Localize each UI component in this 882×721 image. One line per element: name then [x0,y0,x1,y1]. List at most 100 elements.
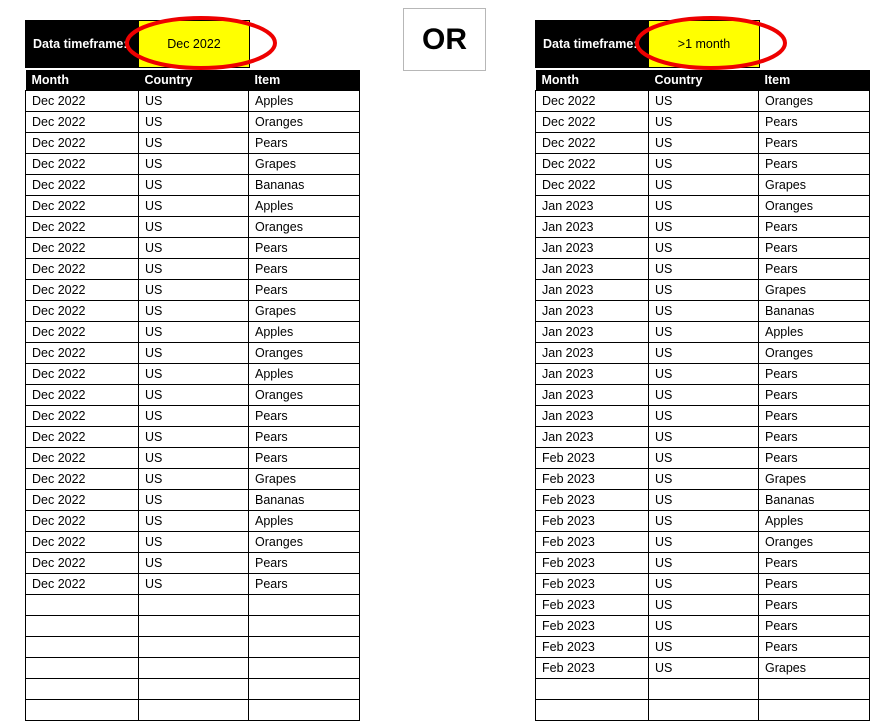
cell-country[interactable]: US [138,321,249,343]
cell-month[interactable]: Feb 2023 [535,657,649,679]
cell-country[interactable]: US [138,573,249,595]
column-header-item[interactable]: Item [758,70,870,91]
table-row[interactable]: Jan 2023 US Oranges [535,342,870,364]
table-row[interactable]: Feb 2023 US Pears [535,552,870,574]
table-row[interactable]: Feb 2023 US Pears [535,573,870,595]
timeframe-value-left[interactable]: Dec 2022 [138,20,250,68]
cell-month[interactable]: Dec 2022 [535,174,649,196]
cell-month[interactable]: Dec 2022 [25,279,139,301]
cell-month[interactable] [25,699,139,721]
cell-country[interactable]: US [138,90,249,112]
cell-country[interactable]: US [138,300,249,322]
cell-month[interactable] [535,678,649,700]
cell-item[interactable] [248,699,360,721]
cell-country[interactable]: US [648,510,759,532]
cell-item[interactable]: Grapes [248,468,360,490]
cell-country[interactable]: US [648,426,759,448]
cell-country[interactable]: US [648,279,759,301]
table-row[interactable]: Dec 2022 US Pears [25,132,360,154]
cell-month[interactable]: Feb 2023 [535,615,649,637]
cell-item[interactable]: Grapes [758,657,870,679]
cell-item[interactable]: Oranges [248,111,360,133]
cell-item[interactable]: Pears [248,573,360,595]
cell-item[interactable]: Bananas [758,489,870,511]
cell-item[interactable]: Oranges [758,195,870,217]
table-row[interactable]: Dec 2022 US Grapes [535,174,870,196]
cell-month[interactable]: Jan 2023 [535,384,649,406]
cell-country[interactable]: US [648,321,759,343]
table-row[interactable] [25,636,360,658]
cell-month[interactable] [25,678,139,700]
cell-country[interactable]: US [648,111,759,133]
cell-item[interactable]: Pears [758,132,870,154]
table-row[interactable]: Jan 2023 US Bananas [535,300,870,322]
cell-item[interactable]: Oranges [248,384,360,406]
cell-item[interactable]: Pears [248,237,360,259]
cell-item[interactable]: Pears [248,258,360,280]
cell-country[interactable]: US [648,90,759,112]
table-row[interactable]: Dec 2022 US Apples [25,90,360,112]
cell-item[interactable]: Pears [248,426,360,448]
table-row[interactable]: Dec 2022 US Oranges [25,216,360,238]
table-row[interactable]: Dec 2022 US Apples [25,195,360,217]
cell-month[interactable]: Dec 2022 [535,132,649,154]
table-row[interactable]: Jan 2023 US Oranges [535,195,870,217]
table-row[interactable]: Dec 2022 US Grapes [25,153,360,175]
cell-country[interactable] [138,699,249,721]
table-row[interactable]: Dec 2022 US Pears [25,573,360,595]
cell-item[interactable]: Oranges [248,216,360,238]
cell-country[interactable] [648,699,759,721]
cell-month[interactable]: Jan 2023 [535,300,649,322]
cell-month[interactable]: Feb 2023 [535,552,649,574]
cell-month[interactable]: Jan 2023 [535,195,649,217]
column-header-month[interactable]: Month [535,70,649,91]
column-header-country[interactable]: Country [138,70,249,91]
cell-month[interactable]: Jan 2023 [535,321,649,343]
cell-month[interactable]: Jan 2023 [535,279,649,301]
cell-item[interactable]: Bananas [248,174,360,196]
cell-item[interactable]: Oranges [248,531,360,553]
table-row[interactable]: Dec 2022 US Pears [25,405,360,427]
cell-country[interactable]: US [648,174,759,196]
cell-month[interactable]: Dec 2022 [25,90,139,112]
cell-item[interactable]: Pears [248,552,360,574]
cell-item[interactable]: Pears [248,132,360,154]
cell-month[interactable]: Dec 2022 [25,510,139,532]
cell-month[interactable]: Dec 2022 [25,531,139,553]
cell-month[interactable]: Dec 2022 [535,153,649,175]
cell-month[interactable]: Jan 2023 [535,216,649,238]
cell-country[interactable]: US [138,111,249,133]
cell-country[interactable]: US [648,636,759,658]
cell-item[interactable]: Pears [758,615,870,637]
cell-item[interactable]: Pears [758,405,870,427]
cell-item[interactable]: Apples [758,510,870,532]
table-row[interactable] [25,699,360,721]
cell-country[interactable]: US [648,531,759,553]
table-row[interactable]: Dec 2022 US Oranges [25,342,360,364]
cell-item[interactable]: Oranges [758,531,870,553]
cell-month[interactable]: Dec 2022 [25,237,139,259]
cell-month[interactable]: Feb 2023 [535,447,649,469]
cell-country[interactable] [138,615,249,637]
table-row[interactable] [535,699,870,721]
cell-item[interactable]: Pears [758,111,870,133]
cell-month[interactable] [25,594,139,616]
table-row[interactable]: Feb 2023 US Pears [535,447,870,469]
cell-country[interactable]: US [648,363,759,385]
cell-country[interactable]: US [138,153,249,175]
cell-country[interactable]: US [138,510,249,532]
table-row[interactable]: Jan 2023 US Grapes [535,279,870,301]
cell-country[interactable]: US [138,342,249,364]
cell-country[interactable]: US [648,132,759,154]
table-row[interactable]: Feb 2023 US Grapes [535,657,870,679]
cell-item[interactable] [248,657,360,679]
table-row[interactable]: Dec 2022 US Pears [535,132,870,154]
cell-country[interactable]: US [648,657,759,679]
cell-month[interactable]: Dec 2022 [25,195,139,217]
cell-country[interactable] [138,594,249,616]
cell-item[interactable]: Grapes [248,300,360,322]
cell-country[interactable]: US [648,216,759,238]
table-row[interactable]: Dec 2022 US Oranges [25,531,360,553]
table-row[interactable]: Jan 2023 US Pears [535,363,870,385]
table-row[interactable]: Jan 2023 US Pears [535,237,870,259]
